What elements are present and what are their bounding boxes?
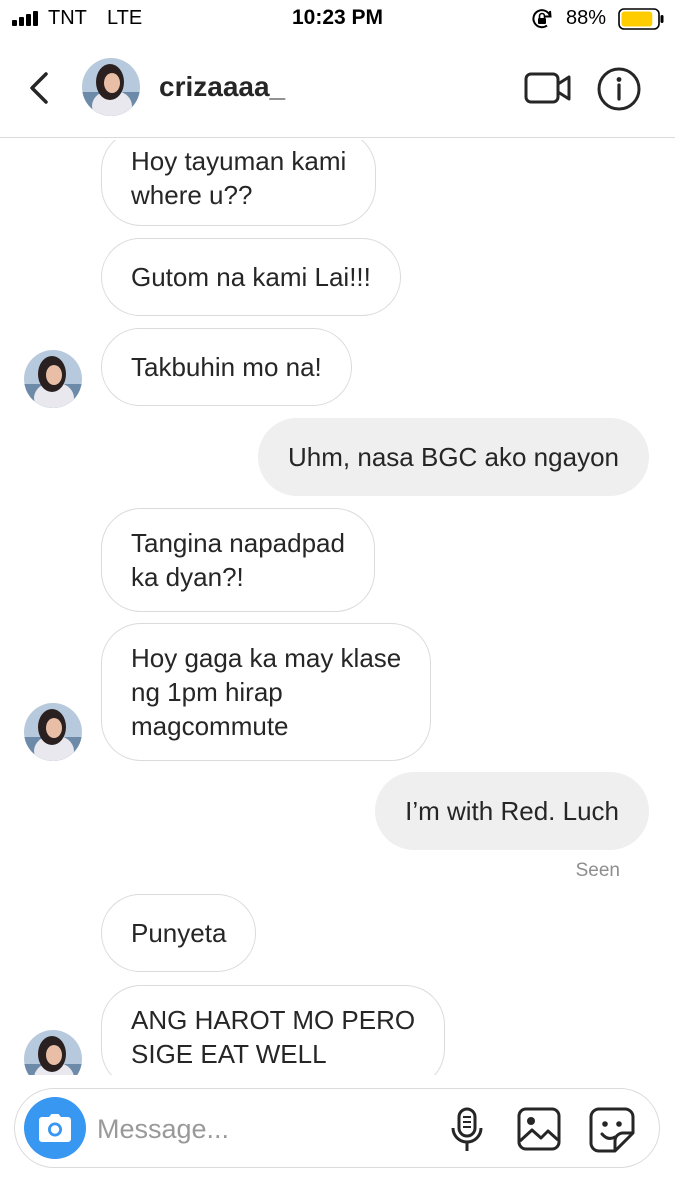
video-call-icon[interactable] [524, 70, 572, 106]
message-line: Gutom na kami Lai!!! [131, 262, 371, 292]
message-input[interactable] [97, 1109, 427, 1149]
message-line: ANG HAROT MO PERO [131, 1005, 416, 1035]
battery-percentage: 88% [566, 7, 607, 29]
avatar[interactable] [24, 1030, 82, 1075]
avatar[interactable] [24, 703, 82, 761]
message-bubble[interactable]: Takbuhin mo na! [101, 328, 352, 406]
message-line: I’m with Red. Luch [405, 796, 619, 826]
message-bubble[interactable]: Tangina napadpad ka dyan?! [101, 508, 375, 612]
message-line: magcommute [131, 711, 289, 741]
message-bubble[interactable]: Hoy tayuman kami where u?? [101, 140, 377, 226]
message-line: Tangina napadpad [131, 528, 345, 558]
message-line: Hoy tayuman kami [131, 146, 347, 176]
message-bubble[interactable]: I’m with Red. Luch [375, 772, 649, 850]
message-bubble[interactable]: Hoy gaga ka may klase ng 1pm hirap magcomm… [101, 623, 432, 761]
info-icon[interactable] [596, 66, 642, 112]
message-line: ka dyan?! [131, 562, 244, 592]
battery-icon [618, 8, 664, 30]
message-bubble[interactable]: Gutom na kami Lai!!! [101, 238, 401, 316]
message-bubble[interactable]: Punyeta [101, 894, 257, 972]
camera-button[interactable] [24, 1097, 86, 1159]
status-bar: TNT LTE 10:23 PM 88% [0, 0, 675, 40]
message-line: Takbuhin mo na! [131, 352, 322, 382]
back-icon[interactable] [24, 68, 56, 108]
chat-username[interactable]: crizaaaa_ [159, 71, 285, 103]
avatar[interactable] [82, 58, 140, 116]
message-bubble[interactable]: Uhm, nasa BGC ako ngayon [258, 418, 649, 496]
message-thread[interactable]: Hoy tayuman kami where u?? Gutom na kami … [0, 140, 675, 1075]
avatar[interactable] [24, 350, 82, 408]
orientation-lock-icon [532, 9, 552, 29]
message-line: ng 1pm hirap [131, 677, 283, 707]
camera-icon [39, 1114, 71, 1142]
message-line: Uhm, nasa BGC ako ngayon [288, 442, 619, 472]
seen-indicator: Seen [575, 860, 620, 881]
message-line: Hoy gaga ka may klase [131, 643, 402, 673]
message-composer [14, 1088, 660, 1168]
chat-header: crizaaaa_ [0, 40, 675, 138]
sticker-icon[interactable] [589, 1107, 635, 1153]
message-line: where u?? [131, 180, 253, 210]
gallery-icon[interactable] [517, 1107, 561, 1151]
message-bubble[interactable]: ANG HAROT MO PERO SIGE EAT WELL [101, 985, 446, 1075]
microphone-icon[interactable] [448, 1107, 486, 1153]
message-line: Punyeta [131, 918, 227, 948]
message-line: SIGE EAT WELL [131, 1039, 327, 1069]
